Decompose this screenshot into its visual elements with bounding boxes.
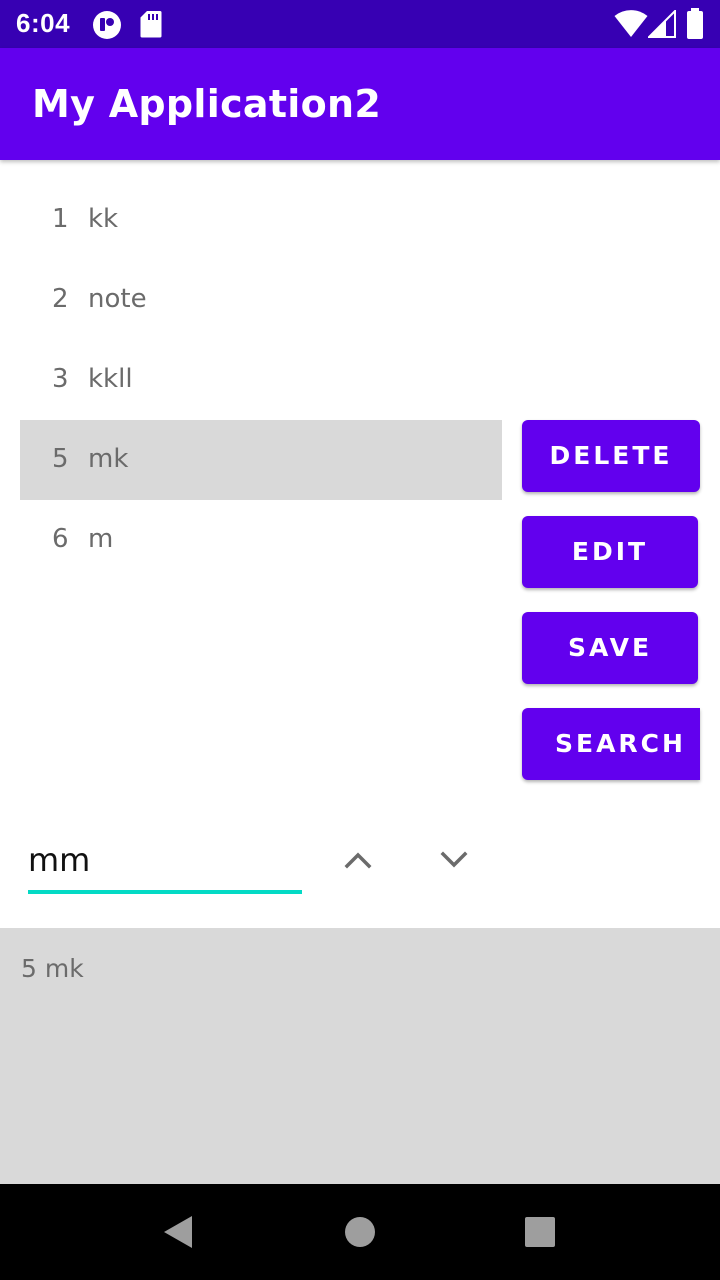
note-id: 2 [52, 284, 69, 314]
list-item[interactable]: 1 kk [20, 180, 502, 260]
search-input[interactable] [28, 838, 302, 894]
app-bar: My Application2 [0, 48, 720, 160]
edit-button[interactable]: EDIT [522, 516, 698, 588]
chevron-down-icon[interactable] [436, 842, 472, 878]
list-item[interactable]: 5 mk [20, 420, 502, 500]
navigation-bar [0, 1184, 720, 1280]
save-button[interactable]: SAVE [522, 612, 698, 684]
chevron-up-icon[interactable] [340, 842, 376, 878]
list-item[interactable]: 3 kkll [20, 340, 502, 420]
list-item[interactable]: 6m [20, 500, 502, 580]
note-text: m [88, 524, 114, 554]
note-text: note [88, 284, 147, 314]
notes-list: 1 kk 2 note 3 kkll 5 mk 6 m [20, 180, 502, 580]
note-id: 6 [52, 524, 69, 554]
list-item[interactable]: 2 note [20, 260, 502, 340]
result-text: 5 mk [21, 954, 84, 983]
note-text: kk [88, 204, 119, 234]
search-button[interactable]: SEARCH [522, 708, 700, 780]
status-time: 6:04 [16, 8, 71, 38]
app-title: My Application2 [32, 82, 382, 126]
sd-card-icon [140, 11, 162, 38]
battery-icon [687, 8, 703, 39]
note-text: kkll [88, 364, 133, 394]
note-text: mk [88, 444, 129, 474]
note-id: 5 [52, 444, 69, 474]
note-id: 3 [52, 364, 69, 394]
app-notification-icon [93, 11, 121, 39]
wifi-icon [614, 10, 648, 37]
home-icon[interactable] [340, 1212, 380, 1252]
result-panel: 5 mk [0, 928, 720, 1184]
cell-signal-icon [648, 10, 676, 38]
delete-button[interactable]: DELETE [522, 420, 700, 492]
status-bar: 6:04 [0, 0, 720, 48]
recents-icon[interactable] [520, 1212, 560, 1252]
note-id: 1 [52, 204, 69, 234]
back-icon[interactable] [160, 1212, 200, 1252]
